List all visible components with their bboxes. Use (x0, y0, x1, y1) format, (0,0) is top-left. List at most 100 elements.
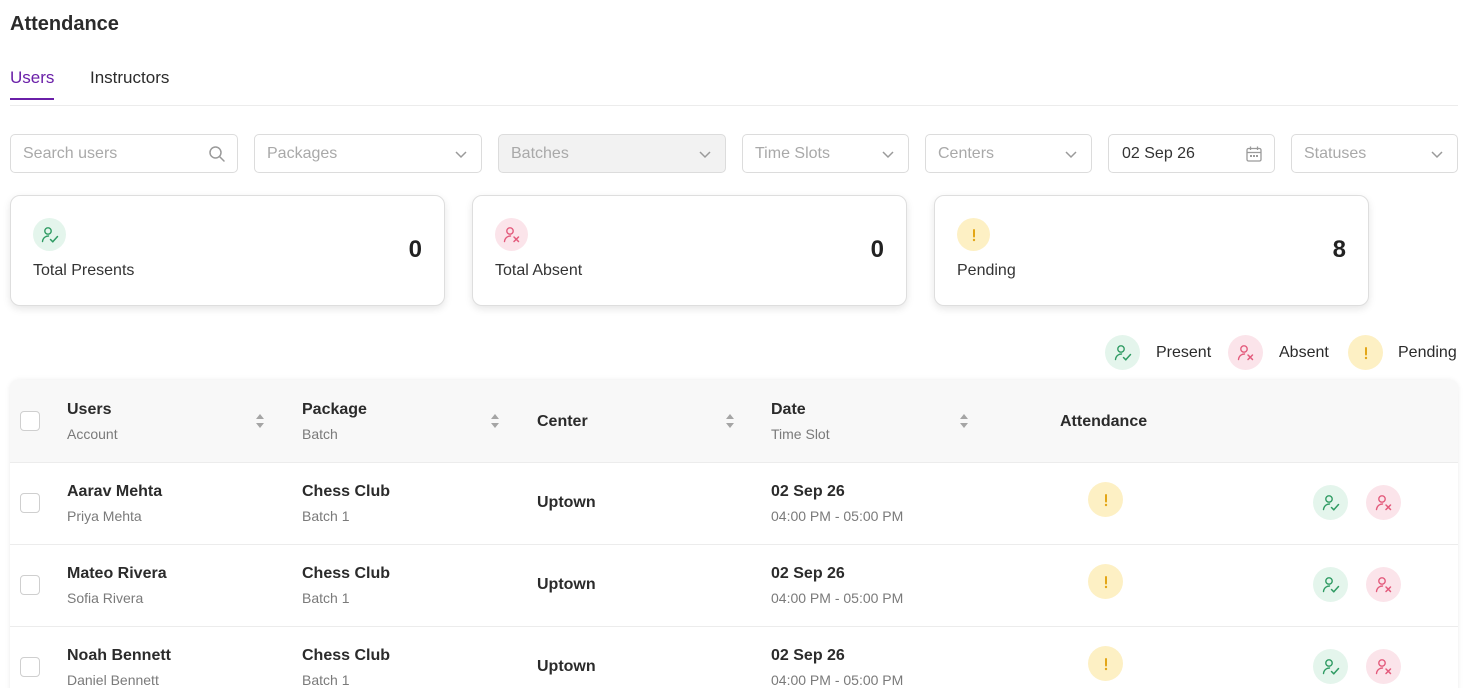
header-time-slot: Time Slot (771, 426, 830, 442)
user-check-icon (1322, 494, 1339, 511)
session-date: 02 Sep 26 (771, 565, 845, 582)
user-x-icon (1228, 335, 1263, 370)
sort-icon[interactable] (959, 413, 969, 429)
pending-card: Pending 8 (934, 195, 1369, 306)
session-date: 02 Sep 26 (771, 647, 845, 664)
user-x-icon (1375, 494, 1391, 510)
mark-present-button[interactable] (1313, 485, 1348, 520)
card-label: Total Absent (495, 262, 583, 279)
tab-bar: Users Instructors (10, 68, 1458, 106)
time-slot: 04:00 PM - 05:00 PM (771, 672, 904, 688)
card-label: Total Presents (33, 262, 135, 279)
legend-label: Absent (1279, 344, 1329, 361)
tab-instructors[interactable]: Instructors (90, 68, 169, 98)
time-slots-select[interactable]: Time Slots (742, 134, 909, 173)
chevron-down-icon (699, 151, 711, 159)
status-legend: Present Absent Pending (1105, 335, 1458, 371)
packages-placeholder: Packages (267, 145, 338, 162)
table-row: Aarav Mehta Priya Mehta Chess Club Batch… (10, 463, 1458, 545)
select-all-checkbox[interactable] (20, 411, 40, 431)
mark-absent-button[interactable] (1366, 485, 1401, 520)
card-value: 0 (870, 236, 884, 263)
pending-status-icon (1088, 564, 1123, 599)
card-value: 0 (408, 236, 422, 263)
row-checkbox[interactable] (20, 657, 40, 677)
calendar-icon (1246, 146, 1262, 162)
card-value: 8 (1332, 236, 1346, 263)
package-name: Chess Club (302, 483, 391, 500)
sort-icon[interactable] (490, 413, 500, 429)
table-header: Users Account Package Batch Center Date … (10, 380, 1458, 463)
header-batch: Batch (302, 426, 338, 442)
time-slot: 04:00 PM - 05:00 PM (771, 508, 904, 524)
search-input[interactable]: Search users (10, 134, 238, 173)
user-x-icon (495, 218, 528, 251)
sort-icon[interactable] (725, 413, 735, 429)
page-title: Attendance (10, 13, 119, 35)
statuses-placeholder: Statuses (1304, 145, 1367, 162)
batch-name: Batch 1 (302, 508, 350, 524)
user-check-icon (1105, 335, 1140, 370)
chevron-down-icon (1065, 151, 1077, 159)
sort-icon[interactable] (255, 413, 265, 429)
total-absent-card: Total Absent 0 (472, 195, 907, 306)
date-picker[interactable]: 02 Sep 26 (1108, 134, 1275, 173)
center-name: Uptown (537, 494, 596, 511)
date-value: 02 Sep 26 (1122, 145, 1195, 162)
time-slot: 04:00 PM - 05:00 PM (771, 590, 904, 606)
mark-absent-button[interactable] (1366, 649, 1401, 684)
user-x-icon (1375, 576, 1391, 592)
batch-name: Batch 1 (302, 590, 350, 606)
batches-select[interactable]: Batches (498, 134, 726, 173)
header-account: Account (67, 426, 118, 442)
exclamation-icon (957, 218, 990, 251)
header-date: Date (771, 401, 806, 418)
batch-name: Batch 1 (302, 672, 350, 688)
header-users: Users (67, 401, 112, 418)
chevron-down-icon (1431, 151, 1443, 159)
centers-placeholder: Centers (938, 145, 995, 162)
header-attendance: Attendance (1060, 413, 1148, 430)
session-date: 02 Sep 26 (771, 483, 845, 500)
center-name: Uptown (537, 576, 596, 593)
center-name: Uptown (537, 658, 596, 675)
statuses-select[interactable]: Statuses (1291, 134, 1458, 173)
table-row: Mateo Rivera Sofia Rivera Chess Club Bat… (10, 545, 1458, 627)
search-placeholder: Search users (23, 145, 118, 162)
card-label: Pending (957, 262, 1016, 279)
mark-present-button[interactable] (1313, 649, 1348, 684)
header-center: Center (537, 413, 588, 430)
user-name: Noah Bennett (67, 647, 171, 664)
chevron-down-icon (882, 151, 894, 159)
batches-placeholder: Batches (511, 145, 569, 162)
package-name: Chess Club (302, 647, 391, 664)
package-name: Chess Club (302, 565, 391, 582)
pending-status-icon (1088, 482, 1123, 517)
user-x-icon (1375, 658, 1391, 674)
user-check-icon (1322, 658, 1339, 675)
account-name: Priya Mehta (67, 508, 142, 524)
attendance-table: Users Account Package Batch Center Date … (10, 380, 1458, 688)
row-checkbox[interactable] (20, 575, 40, 595)
user-name: Mateo Rivera (67, 565, 167, 582)
total-presents-card: Total Presents 0 (10, 195, 445, 306)
centers-select[interactable]: Centers (925, 134, 1092, 173)
chevron-down-icon (455, 151, 467, 159)
legend-label: Pending (1398, 344, 1457, 361)
tab-users[interactable]: Users (10, 68, 55, 100)
user-check-icon (33, 218, 66, 251)
account-name: Sofia Rivera (67, 590, 144, 606)
mark-present-button[interactable] (1313, 567, 1348, 602)
row-checkbox[interactable] (20, 493, 40, 513)
user-name: Aarav Mehta (67, 483, 163, 500)
header-package: Package (302, 401, 367, 418)
time-slots-placeholder: Time Slots (755, 145, 830, 162)
packages-select[interactable]: Packages (254, 134, 482, 173)
mark-absent-button[interactable] (1366, 567, 1401, 602)
user-check-icon (1322, 576, 1339, 593)
legend-label: Present (1156, 344, 1212, 361)
search-icon (209, 146, 225, 162)
pending-status-icon (1088, 646, 1123, 681)
table-row: Noah Bennett Daniel Bennett Chess Club B… (10, 627, 1458, 688)
account-name: Daniel Bennett (67, 672, 159, 688)
